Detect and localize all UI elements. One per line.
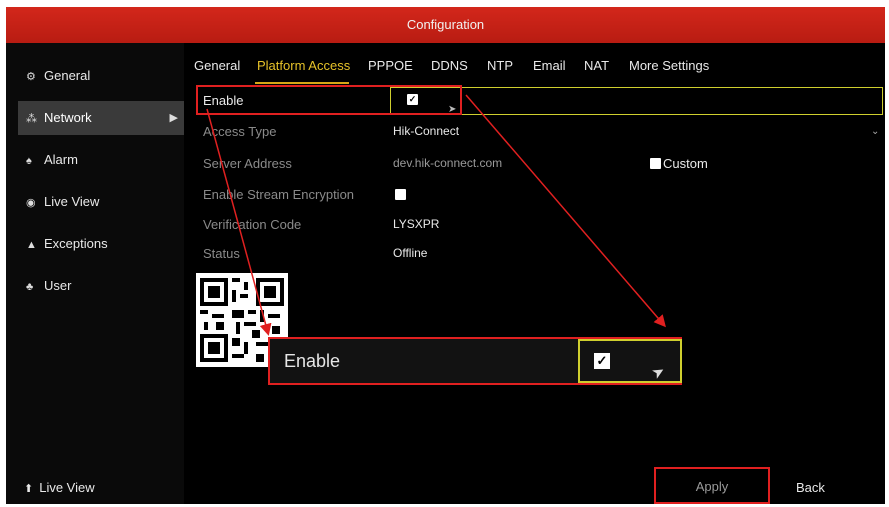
network-icon: ⁂	[26, 113, 37, 125]
chevron-right-icon: ▶	[169, 112, 178, 124]
window-title: Configuration	[6, 7, 885, 43]
dvr-config-window: Configuration ⚙ General ⁂ Network ▶ ♠ Alarm…	[6, 7, 885, 504]
eye-icon: ◉	[26, 197, 36, 209]
users-icon: ♣	[26, 281, 34, 293]
cursor-icon: ➤	[448, 104, 457, 115]
warning-icon: ▲	[26, 239, 37, 251]
verification-code-value: LYSXPR	[393, 217, 440, 231]
status-value: Offline	[393, 246, 428, 260]
sidebar-item-alarm[interactable]: ♠ Alarm	[18, 143, 184, 177]
sidebar: ⚙ General ⁂ Network ▶ ♠ Alarm ◉ Live View ▲ E…	[6, 43, 184, 504]
tab-more-settings[interactable]: More Settings	[629, 58, 709, 73]
tab-ddns[interactable]: DDNS	[431, 58, 468, 73]
custom-checkbox[interactable]	[650, 158, 661, 169]
sidebar-item-label: Exceptions	[44, 236, 108, 251]
access-type-select[interactable]: Hik-Connect	[393, 124, 459, 138]
stream-encryption-label: Enable Stream Encryption	[203, 187, 355, 202]
home-icon: ⬆	[24, 483, 34, 495]
tab-email[interactable]: Email	[533, 58, 566, 73]
server-address-label: Server Address	[203, 156, 292, 171]
enable-checkbox[interactable]: ✓	[407, 94, 418, 105]
popup-enable-field: ✓ ➤	[578, 339, 682, 383]
arrow-to-field	[465, 94, 666, 328]
sidebar-item-label: Alarm	[44, 152, 78, 167]
sidebar-item-label: Live View	[44, 194, 100, 209]
custom-label: Custom	[663, 156, 708, 171]
tab-nat[interactable]: NAT	[584, 58, 609, 73]
sidebar-item-label: Network	[44, 110, 92, 125]
sidebar-item-label: General	[44, 68, 91, 83]
live-view-button[interactable]: ⬆ Live View	[24, 480, 95, 495]
back-button[interactable]: Back	[796, 480, 825, 495]
alarm-icon: ♠	[26, 155, 32, 167]
chevron-down-icon: ⌄	[871, 126, 880, 137]
sidebar-item-live-view[interactable]: ◉ Live View	[18, 185, 184, 219]
popup-enable-label: Enable	[284, 351, 341, 371]
enable-field[interactable]	[390, 87, 883, 115]
sidebar-item-general[interactable]: ⚙ General	[18, 59, 184, 93]
gear-icon: ⚙	[26, 71, 36, 83]
tab-platform-access[interactable]: Platform Access	[257, 58, 350, 73]
enable-zoom-callout: Enable ✓ ➤	[268, 337, 682, 385]
active-tab-indicator	[255, 82, 349, 84]
tab-general[interactable]: General	[194, 58, 240, 73]
sidebar-item-user[interactable]: ♣ User	[18, 269, 184, 303]
status-label: Status	[203, 246, 240, 261]
enable-label: Enable	[203, 93, 244, 108]
stream-encryption-checkbox[interactable]	[395, 189, 406, 200]
popup-enable-checkbox: ✓	[594, 353, 610, 369]
verification-code-label: Verification Code	[203, 217, 302, 232]
tab-ntp[interactable]: NTP	[487, 58, 513, 73]
cursor-icon: ➤	[648, 361, 669, 383]
sidebar-item-network[interactable]: ⁂ Network ▶	[18, 101, 184, 135]
apply-button[interactable]: Apply	[654, 467, 770, 504]
sidebar-item-exceptions[interactable]: ▲ Exceptions	[18, 227, 184, 261]
live-view-label: Live View	[39, 480, 95, 495]
sidebar-item-label: User	[44, 278, 72, 293]
tab-pppoe[interactable]: PPPOE	[368, 58, 413, 73]
server-address-value: dev.hik-connect.com	[393, 156, 503, 170]
access-type-label: Access Type	[203, 124, 277, 139]
